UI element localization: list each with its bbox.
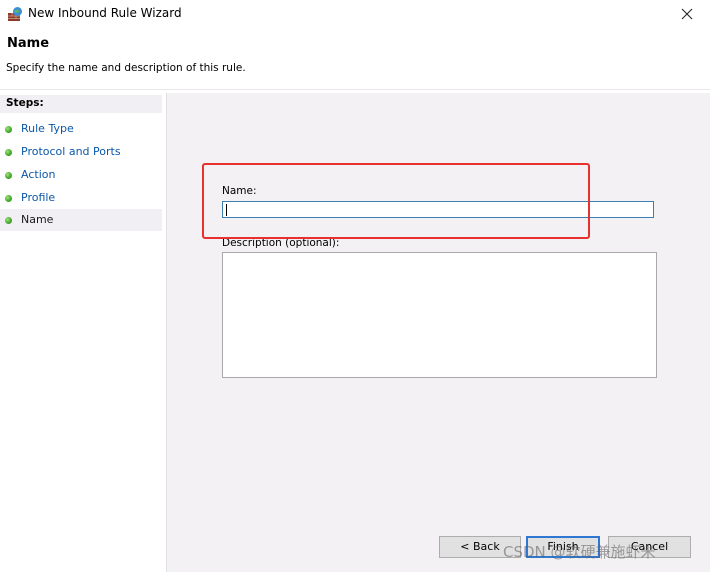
sidebar-item-label: Action (21, 168, 56, 181)
close-icon (681, 8, 693, 20)
step-complete-icon (5, 126, 12, 133)
steps-sidebar: Steps: Rule Type Protocol and Ports Acti… (0, 90, 164, 572)
wizard-content: Name: Description (optional): < Back Fin… (166, 93, 710, 572)
page-subtitle: Specify the name and description of this… (6, 62, 246, 74)
title-bar: New Inbound Rule Wizard (0, 0, 710, 28)
window-title: New Inbound Rule Wizard (28, 6, 182, 20)
description-textarea[interactable] (222, 252, 657, 378)
wizard-header: Name Specify the name and description of… (0, 28, 710, 86)
close-button[interactable] (664, 0, 710, 28)
sidebar-item-action[interactable]: Action (0, 164, 162, 186)
sidebar-item-label: Profile (21, 191, 56, 204)
sidebar-item-label: Name (21, 213, 54, 226)
sidebar-item-rule-type[interactable]: Rule Type (0, 118, 162, 140)
step-complete-icon (5, 195, 12, 202)
sidebar-item-label: Protocol and Ports (21, 145, 121, 158)
steps-heading: Steps: (0, 95, 162, 113)
step-complete-icon (5, 149, 12, 156)
annotation-highlight-box (202, 163, 590, 239)
sidebar-item-name[interactable]: Name (0, 209, 162, 231)
watermark: CSDN @软硬兼施虾米 (503, 543, 656, 561)
sidebar-item-profile[interactable]: Profile (0, 187, 162, 209)
step-complete-icon (5, 172, 12, 179)
steps-heading-label: Steps: (6, 97, 44, 109)
sidebar-item-protocol-and-ports[interactable]: Protocol and Ports (0, 141, 162, 163)
step-current-icon (5, 217, 12, 224)
page-title: Name (7, 36, 50, 51)
sidebar-item-label: Rule Type (21, 122, 74, 135)
firewall-icon (8, 7, 22, 21)
